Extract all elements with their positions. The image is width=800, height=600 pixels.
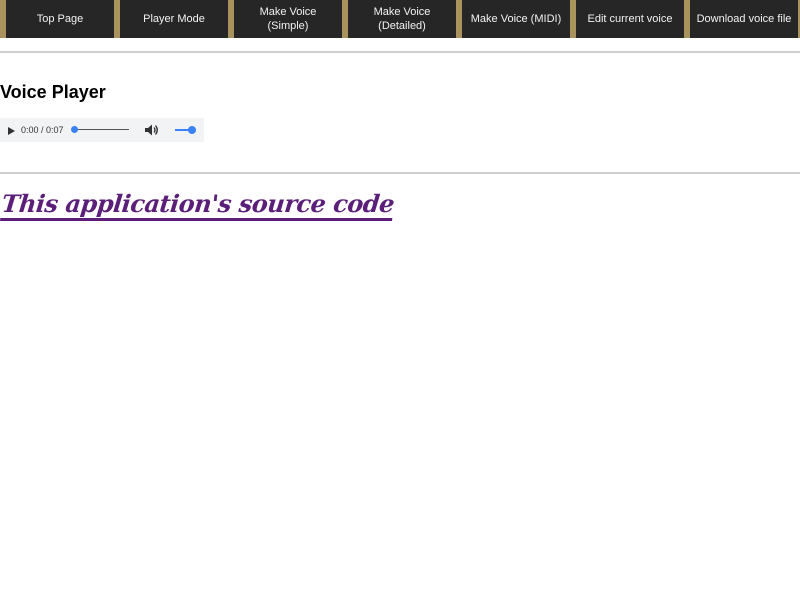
nav-make-voice-simple-label: Make Voice (Simple): [259, 6, 317, 32]
nav-edit-current-voice[interactable]: Edit current voice: [576, 0, 684, 38]
nav-download-voice-file-label: Download voice file: [696, 13, 792, 25]
nav-make-voice-midi-label: Make Voice (MIDI): [470, 13, 562, 25]
source-code-link[interactable]: This application's source code: [0, 189, 396, 221]
nav-make-voice-detailed-label-line1: Make Voice: [373, 6, 431, 18]
nav-player-mode[interactable]: Player Mode: [120, 0, 228, 38]
seek-thumb[interactable]: [71, 126, 78, 133]
seek-track: [73, 129, 129, 130]
volume-slider[interactable]: [173, 125, 197, 135]
audio-player: 0:00 / 0:07: [0, 118, 204, 142]
top-nav: Top Page Player Mode Make Voice (Simple)…: [0, 0, 800, 38]
nav-make-voice-detailed[interactable]: Make Voice (Detailed): [348, 0, 456, 38]
volume-thumb[interactable]: [188, 126, 196, 134]
volume-icon[interactable]: [144, 123, 159, 137]
nav-top-page[interactable]: Top Page: [6, 0, 114, 38]
nav-player-mode-label: Player Mode: [143, 13, 205, 25]
nav-make-voice-midi[interactable]: Make Voice (MIDI): [462, 0, 570, 38]
nav-make-voice-detailed-label-line2: (Detailed): [378, 20, 426, 32]
play-icon[interactable]: [5, 124, 17, 136]
nav-make-voice-simple[interactable]: Make Voice (Simple): [234, 0, 342, 38]
nav-top-page-label: Top Page: [36, 13, 84, 25]
nav-download-voice-file[interactable]: Download voice file: [690, 0, 798, 38]
nav-edit-current-voice-label: Edit current voice: [587, 13, 673, 25]
seek-slider[interactable]: [71, 125, 131, 135]
bottom-divider: [0, 172, 800, 174]
time-display: 0:00 / 0:07: [21, 125, 64, 135]
page-title: Voice Player: [0, 82, 106, 102]
top-divider: [0, 51, 800, 53]
